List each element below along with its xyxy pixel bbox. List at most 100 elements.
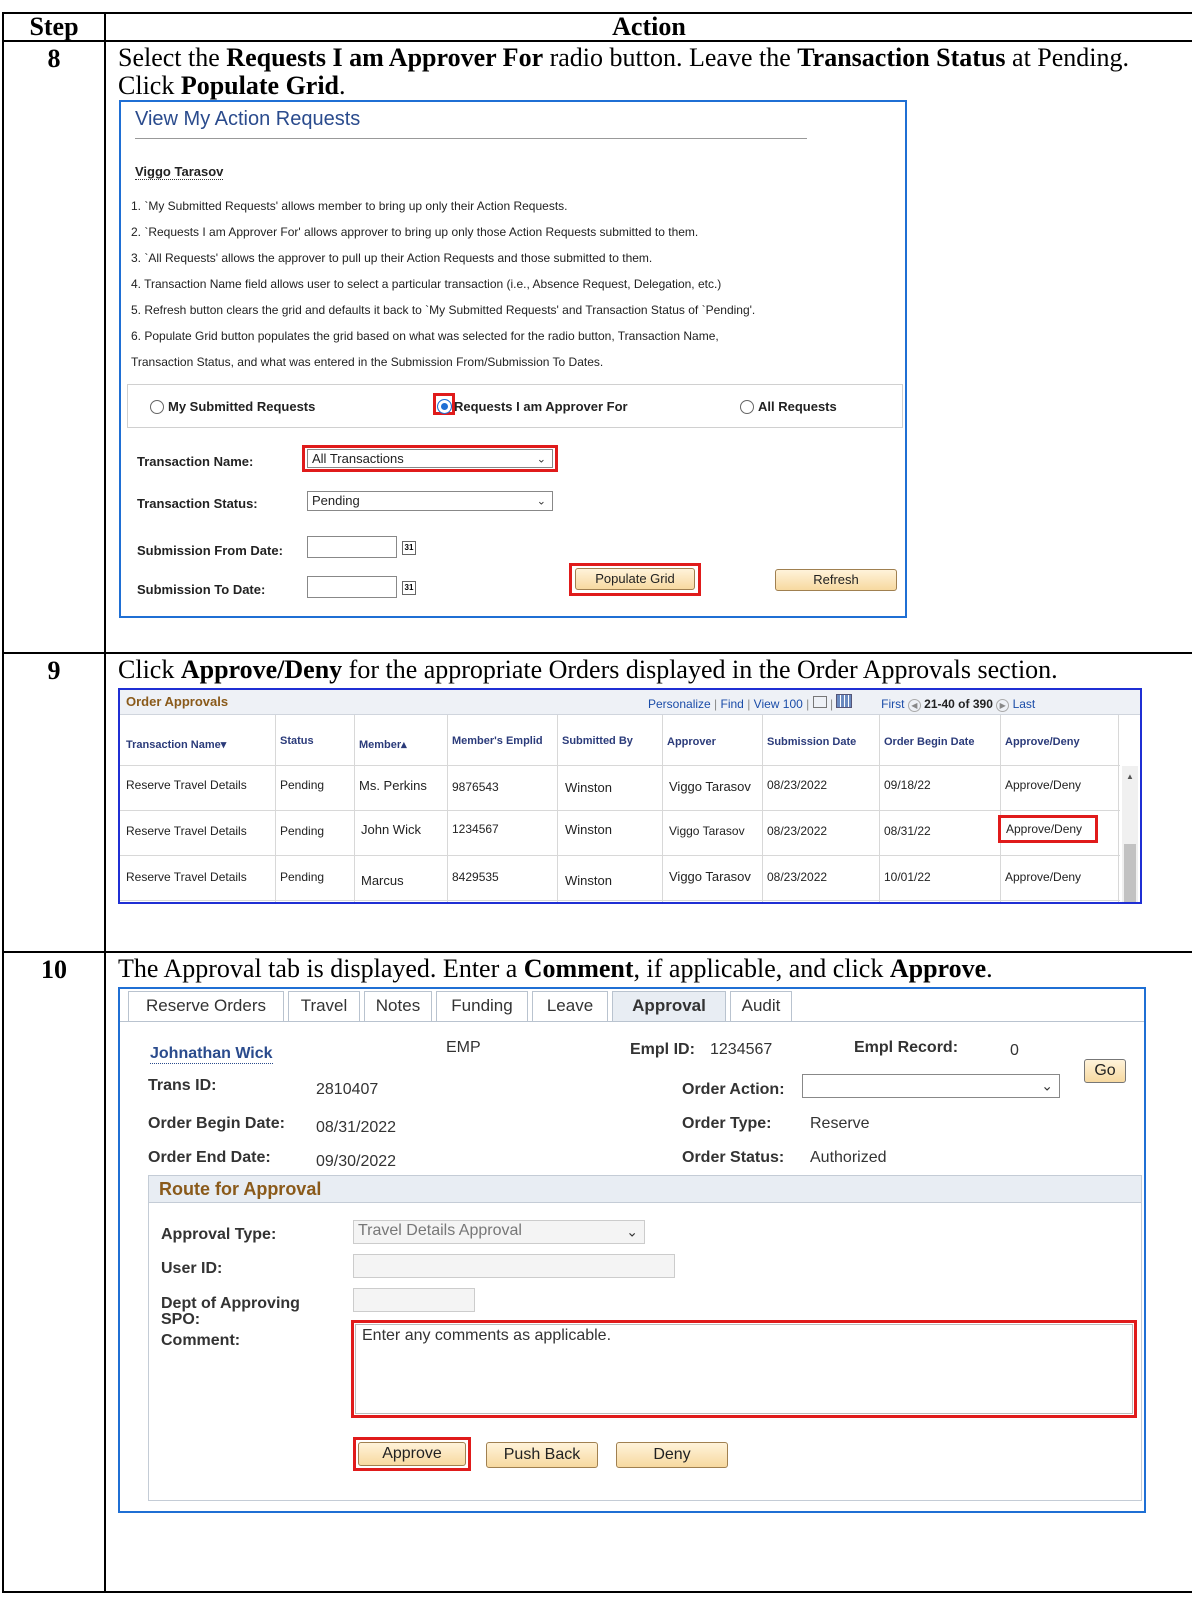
note-line: 2. `Requests I am Approver For' allows a… xyxy=(131,225,699,239)
approve-deny-link[interactable]: Approve/Deny xyxy=(1005,870,1081,884)
tab-reserve-orders[interactable]: Reserve Orders xyxy=(128,991,284,1021)
step-instruction: Select the Requests I am Approver For ra… xyxy=(118,43,1130,100)
note-line: 4. Transaction Name field allows user to… xyxy=(131,277,722,291)
step-number: 10 xyxy=(41,955,67,984)
column-header[interactable]: Status xyxy=(280,735,314,747)
step-10-action: The Approval tab is displayed. Enter a C… xyxy=(104,951,1192,1593)
order-action-select[interactable]: ⌄ xyxy=(802,1074,1060,1098)
employee-name[interactable]: Johnathan Wick xyxy=(150,1045,273,1064)
instruction-table: Step Action 8 Select the Requests I am A… xyxy=(2,12,1192,1593)
approval-page: Reserve Orders Travel Notes Funding Leav… xyxy=(118,987,1146,1513)
transaction-status-label: Transaction Status: xyxy=(137,496,258,511)
scroll-up-icon[interactable]: ▲ xyxy=(1126,772,1134,781)
comment-textarea[interactable]: Enter any comments as applicable. xyxy=(355,1324,1133,1414)
dept-input[interactable] xyxy=(353,1288,475,1312)
go-button[interactable]: Go xyxy=(1084,1059,1126,1083)
column-header[interactable]: Approver xyxy=(667,736,716,748)
tab-travel[interactable]: Travel xyxy=(288,991,360,1021)
step-9-action: Click Approve/Deny for the appropriate O… xyxy=(104,652,1192,953)
first-link[interactable]: First xyxy=(881,697,904,711)
previous-arrow-icon[interactable]: ◀ xyxy=(907,699,921,712)
tab-audit[interactable]: Audit xyxy=(730,991,792,1021)
scrollbar-thumb[interactable] xyxy=(1124,844,1136,902)
transaction-status-select[interactable]: Pending ⌄ xyxy=(307,491,553,511)
submission-to-input[interactable] xyxy=(307,576,397,598)
radio-circle-icon xyxy=(740,400,754,414)
begin-date-value: 08/31/2022 xyxy=(316,1119,397,1136)
column-header[interactable]: Member▴ xyxy=(359,738,407,751)
step-header: Step xyxy=(2,12,106,42)
empl-record-label: Empl Record: xyxy=(854,1039,959,1056)
zoom-icon[interactable] xyxy=(812,696,827,708)
emp-code: EMP xyxy=(446,1039,481,1056)
tab-funding[interactable]: Funding xyxy=(436,991,528,1021)
column-header[interactable]: Transaction Name▾ xyxy=(126,738,226,751)
column-header[interactable]: Order Begin Date xyxy=(884,736,974,748)
tab-leave[interactable]: Leave xyxy=(532,991,608,1021)
user-id-label: User ID: xyxy=(161,1260,223,1277)
tab-notes[interactable]: Notes xyxy=(364,991,432,1021)
calendar-icon[interactable]: 31 xyxy=(402,581,416,595)
note-line: 5. Refresh button clears the grid and de… xyxy=(131,303,756,317)
approve-deny-link[interactable]: Approve/Deny xyxy=(1005,778,1081,792)
section-title: Route for Approval xyxy=(159,1179,322,1199)
submission-from-input[interactable] xyxy=(307,536,397,558)
download-grid-icon[interactable] xyxy=(836,694,853,708)
table-row: Reserve Travel Details Pending Marcus 84… xyxy=(126,869,1082,888)
action-requests-panel: View My Action Requests Viggo Tarasov 1.… xyxy=(119,100,907,618)
order-approvals-grid: Order Approvals Personalize | Find | Vie… xyxy=(118,688,1142,904)
route-for-approval-section: Route for Approval Approval Type: Travel… xyxy=(148,1175,1142,1501)
action-header: Action xyxy=(104,12,1192,42)
find-link[interactable]: Find xyxy=(721,697,744,711)
approval-type-select[interactable]: Travel Details Approval ⌄ xyxy=(353,1220,645,1244)
note-line: Transaction Status, and what was entered… xyxy=(131,355,604,369)
order-type-value: Reserve xyxy=(810,1115,870,1132)
row-range: 21-40 of 390 xyxy=(924,697,993,711)
begin-date-label: Order Begin Date: xyxy=(148,1115,285,1132)
chevron-down-icon: ⌄ xyxy=(1041,1077,1053,1094)
column-header[interactable]: Submitted By xyxy=(562,735,633,747)
view-100-link[interactable]: View 100 xyxy=(754,697,803,711)
radio-circle-icon xyxy=(150,400,164,414)
column-header[interactable]: Member's Emplid xyxy=(452,735,543,747)
trans-id-label: Trans ID: xyxy=(148,1077,217,1094)
dept-label: Dept of Approving SPO: xyxy=(161,1295,300,1328)
submission-to-label: Submission To Date: xyxy=(137,582,266,597)
user-name: Viggo Tarasov xyxy=(135,164,224,180)
next-arrow-icon[interactable]: ▶ xyxy=(996,699,1010,712)
approve-deny-link[interactable]: Approve/Deny xyxy=(1006,822,1082,836)
grid-scrollbar[interactable]: ▲ xyxy=(1122,766,1138,902)
transaction-name-select[interactable]: All Transactions ⌄ xyxy=(307,449,553,468)
step-number: 8 xyxy=(47,44,61,73)
push-back-button[interactable]: Push Back xyxy=(486,1442,598,1468)
refresh-button[interactable]: Refresh xyxy=(775,569,897,591)
user-id-input[interactable] xyxy=(353,1254,675,1278)
deny-button[interactable]: Deny xyxy=(616,1442,728,1468)
chevron-down-icon: ⌄ xyxy=(536,495,546,508)
note-line: 6. Populate Grid button populates the gr… xyxy=(131,329,719,343)
last-link[interactable]: Last xyxy=(1013,697,1036,711)
table-row: Reserve Travel Details Pending John Wick… xyxy=(120,811,1118,855)
order-status-value: Authorized xyxy=(810,1149,887,1166)
comment-label: Comment: xyxy=(161,1332,241,1349)
order-action-label: Order Action: xyxy=(682,1081,785,1098)
grid-title: Order Approvals xyxy=(126,694,229,709)
step-instruction: Click Approve/Deny for the appropriate O… xyxy=(118,655,1058,684)
populate-grid-button[interactable]: Populate Grid xyxy=(575,568,695,590)
column-header[interactable]: Approve/Deny xyxy=(1005,736,1080,748)
chevron-down-icon: ⌄ xyxy=(626,1223,638,1240)
title-divider xyxy=(135,138,807,139)
end-date-label: Order End Date: xyxy=(148,1149,271,1166)
column-header[interactable]: Submission Date xyxy=(767,736,856,748)
order-type-label: Order Type: xyxy=(682,1115,772,1132)
tab-approval[interactable]: Approval xyxy=(612,991,726,1021)
approval-type-label: Approval Type: xyxy=(161,1226,277,1243)
page-title: View My Action Requests xyxy=(135,108,361,130)
empl-id-value: 1234567 xyxy=(710,1041,773,1058)
personalize-link[interactable]: Personalize xyxy=(648,697,711,711)
calendar-icon[interactable]: 31 xyxy=(402,541,416,555)
step-instruction: The Approval tab is displayed. Enter a C… xyxy=(118,954,993,983)
table-row: Reserve Travel Details Pending Ms. Perki… xyxy=(126,778,1082,795)
approve-button[interactable]: Approve xyxy=(358,1442,466,1466)
trans-id-value: 2810407 xyxy=(316,1081,379,1098)
